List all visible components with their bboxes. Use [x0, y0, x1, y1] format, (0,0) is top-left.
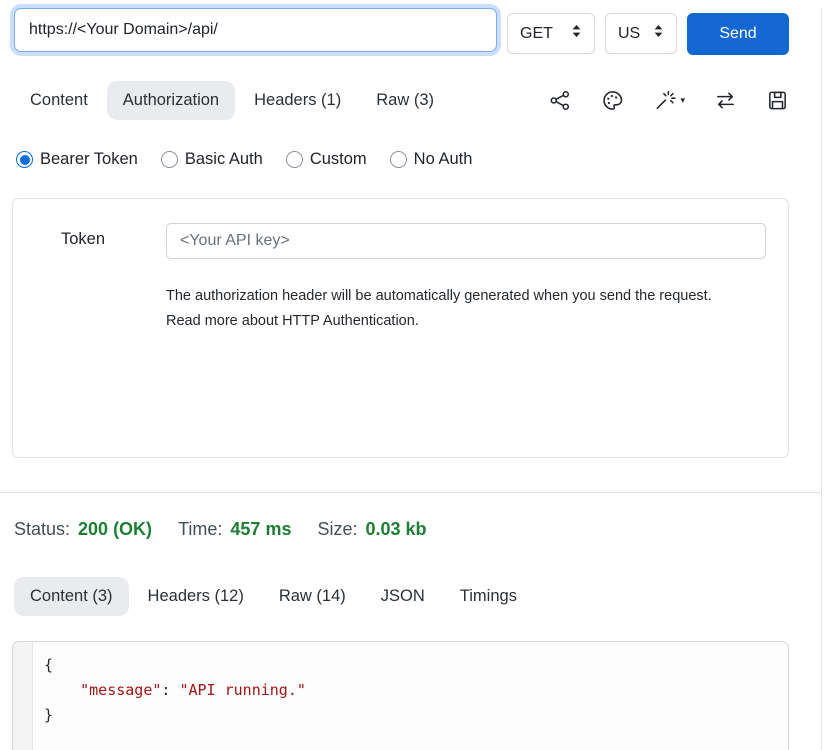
json-value: "API running." [179, 681, 305, 699]
select-arrows-icon [653, 24, 664, 43]
json-key: "message" [80, 681, 161, 699]
tab-response-json[interactable]: JSON [365, 577, 441, 616]
radio-unchecked-icon [286, 151, 303, 168]
tab-response-timings[interactable]: Timings [444, 577, 533, 616]
token-label: Token [35, 223, 166, 249]
swap-arrows-icon[interactable] [714, 89, 737, 112]
tab-response-content[interactable]: Content (3) [14, 577, 129, 616]
region-select[interactable]: US [605, 13, 677, 54]
request-tabs: Content Authorization Headers (1) Raw (3… [14, 81, 453, 120]
auth-type-options: Bearer Token Basic Auth Custom No Auth [16, 150, 821, 169]
token-input[interactable] [166, 223, 766, 259]
chevron-down-icon: ▾ [680, 95, 685, 106]
response-json-code: { "message": "API running." } [33, 642, 788, 750]
request-toolbar: ▾ [549, 89, 789, 112]
time-value: 457 ms [230, 519, 291, 540]
region-select-value: US [618, 25, 640, 43]
radio-unchecked-icon [390, 151, 407, 168]
code-gutter [13, 642, 33, 750]
size-value: 0.03 kb [366, 519, 427, 540]
response-divider [0, 492, 821, 493]
tab-response-headers[interactable]: Headers (12) [132, 577, 260, 616]
size-label: Size: [317, 519, 357, 540]
method-select[interactable]: GET [507, 13, 595, 54]
select-arrows-icon [571, 24, 582, 43]
send-button[interactable]: Send [687, 13, 789, 55]
palette-icon[interactable] [601, 89, 624, 112]
radio-checked-icon [16, 151, 33, 168]
response-body-viewer[interactable]: { "message": "API running." } [12, 641, 789, 750]
bearer-token-panel: Token The authorization header will be a… [12, 198, 789, 458]
auth-option-no-auth[interactable]: No Auth [390, 150, 473, 169]
api-client-page: GET US Send Content Authorization Header… [0, 8, 822, 750]
json-close-brace: } [44, 706, 53, 724]
json-separator: : [161, 681, 179, 699]
method-select-value: GET [520, 25, 553, 43]
url-input[interactable] [14, 8, 497, 52]
status-value: 200 (OK) [78, 519, 152, 540]
response-status-row: Status: 200 (OK) Time: 457 ms Size: 0.03… [14, 519, 821, 540]
share-icon[interactable] [549, 89, 572, 112]
auth-option-bearer-token[interactable]: Bearer Token [16, 150, 138, 169]
json-open-brace: { [44, 656, 53, 674]
tab-response-raw[interactable]: Raw (14) [263, 577, 362, 616]
status-label: Status: [14, 519, 70, 540]
radio-unchecked-icon [161, 151, 178, 168]
time-label: Time: [178, 519, 222, 540]
save-icon[interactable] [766, 89, 789, 112]
tab-raw[interactable]: Raw (3) [360, 81, 450, 120]
tab-content[interactable]: Content [14, 81, 104, 120]
auth-option-custom[interactable]: Custom [286, 150, 367, 169]
magic-wand-dropdown-icon[interactable]: ▾ [653, 89, 685, 112]
response-tabs: Content (3) Headers (12) Raw (14) JSON T… [0, 577, 821, 616]
auth-option-basic-auth[interactable]: Basic Auth [161, 150, 263, 169]
request-tabs-row: Content Authorization Headers (1) Raw (3… [0, 81, 821, 120]
tab-authorization[interactable]: Authorization [107, 81, 235, 120]
token-help-text: The authorization header will be automat… [166, 284, 746, 334]
request-bar: GET US Send [0, 8, 821, 55]
tab-headers[interactable]: Headers (1) [238, 81, 357, 120]
